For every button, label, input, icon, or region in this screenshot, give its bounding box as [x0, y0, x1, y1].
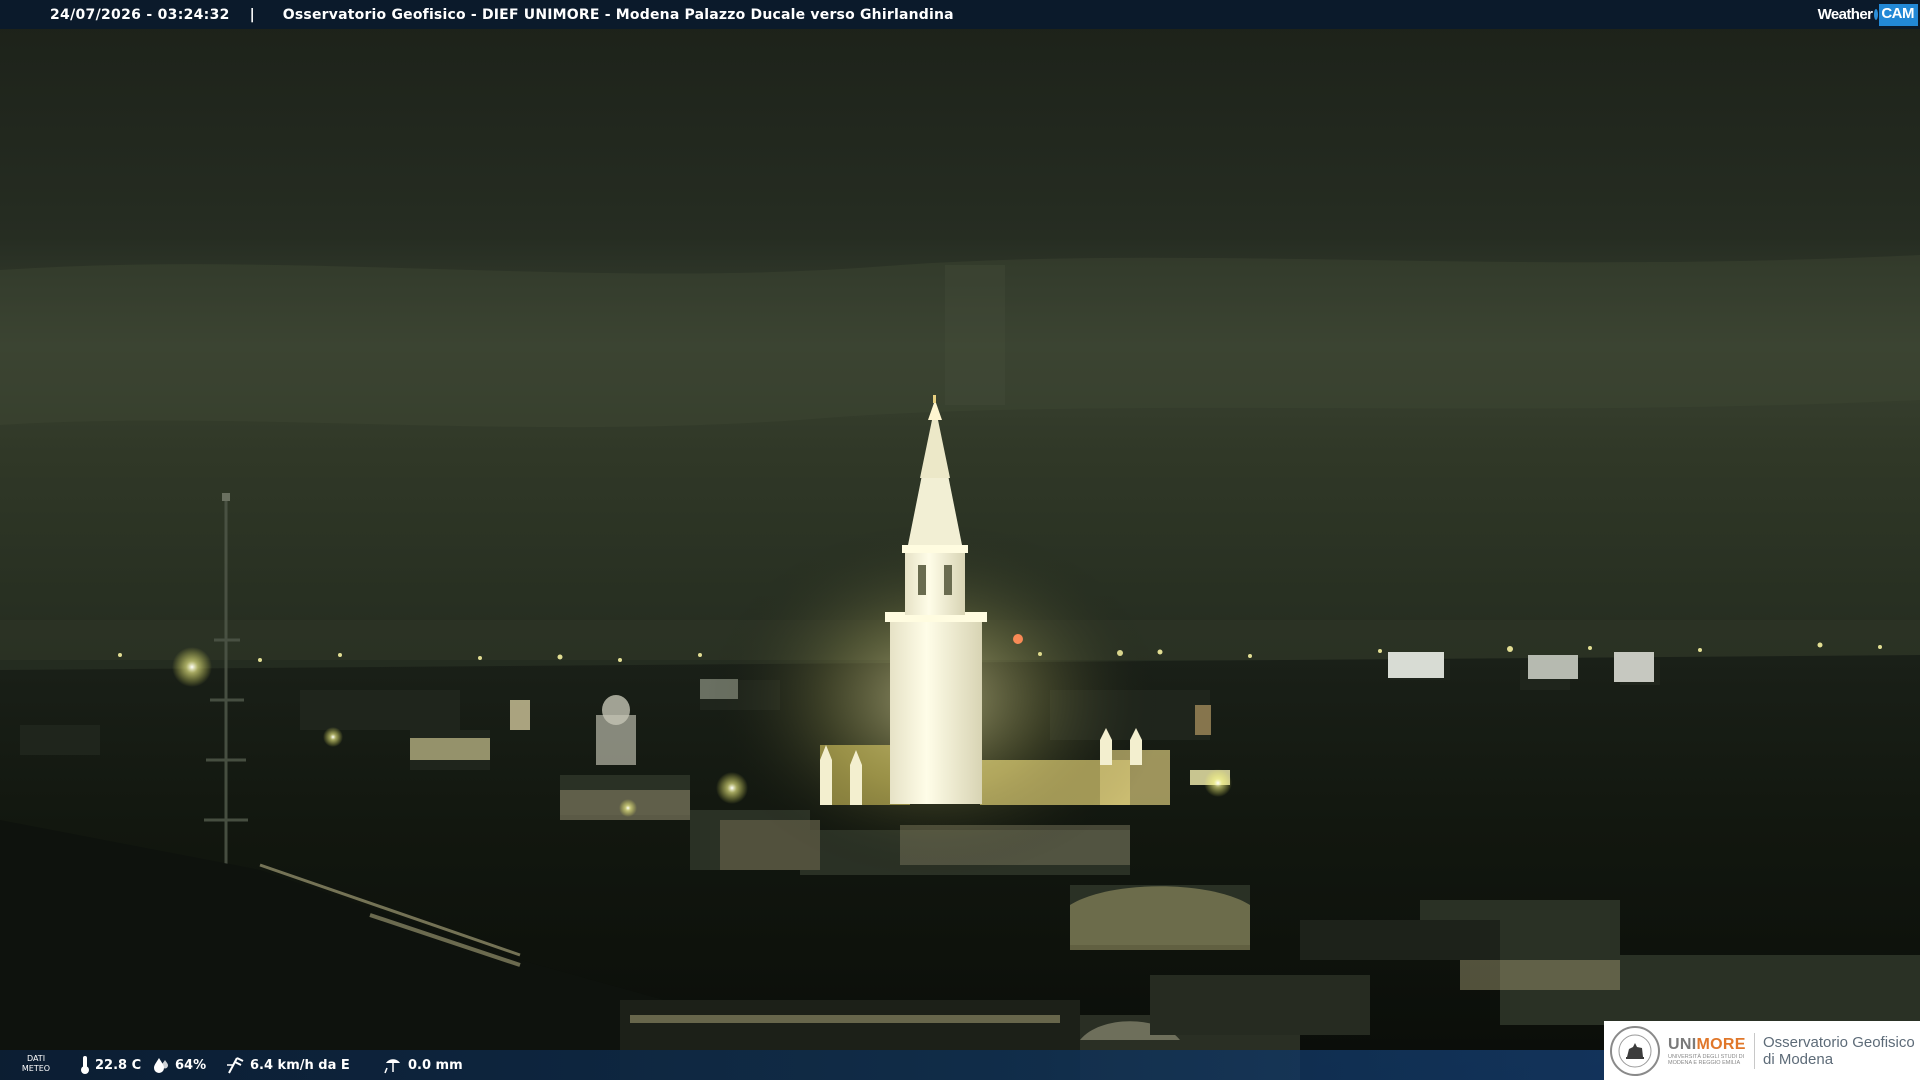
unimore-name-part2: MORE — [1696, 1035, 1746, 1053]
weather-label-line1: DATI — [26, 1054, 46, 1063]
webcam-night-view — [0, 0, 1920, 1080]
weather-data-bar: DATI METEO 22.8 C 64% 6.4 km/h da E 0.0 … — [0, 1050, 1604, 1080]
unimore-observatory-logo: UNIMORE UNIVERSITÀ DEGLI STUDI DI MODENA… — [1604, 1021, 1920, 1080]
brand-badge: CAM — [1879, 3, 1918, 26]
unimore-wordmark: UNIMORE UNIVERSITÀ DEGLI STUDI DI MODENA… — [1668, 1036, 1748, 1066]
observatory-line2: di Modena — [1763, 1050, 1834, 1068]
camera-title: Osservatorio Geofisico - DIEF UNIMORE - … — [282, 6, 954, 23]
temperature-value: 22.8 C — [95, 1057, 142, 1073]
webcam-header-bar: 24/07/2026 - 03:24:32 | Osservatorio Geo… — [0, 0, 1920, 29]
weather-label-line2: METEO — [21, 1064, 51, 1073]
wind-icon — [227, 1057, 244, 1074]
brand-dot-icon — [1874, 9, 1879, 20]
timestamp: 24/07/2026 - 03:24:32 — [50, 6, 230, 23]
brand-word: Weather — [1817, 6, 1873, 23]
observatory-name: Osservatorio Geofisico di Modena — [1763, 1034, 1915, 1068]
rain-value: 0.0 mm — [408, 1057, 463, 1073]
wind-metric: 6.4 km/h da E — [225, 1050, 350, 1080]
weather-label: DATI METEO — [20, 1054, 52, 1074]
unimore-subtitle: UNIVERSITÀ DEGLI STUDI DI MODENA E REGGI… — [1668, 1053, 1745, 1066]
logo-divider — [1754, 1032, 1755, 1069]
thermometer-icon — [81, 1056, 89, 1074]
wind-value: 6.4 km/h da E — [250, 1057, 350, 1073]
header-separator: | — [249, 6, 255, 23]
temperature-metric: 22.8 C — [80, 1050, 141, 1080]
humidity-drop-icon — [154, 1058, 168, 1073]
unimore-name-part1: UNI — [1668, 1035, 1697, 1053]
unimore-name: UNIMORE — [1668, 1036, 1748, 1054]
rain-gauge-icon — [384, 1059, 400, 1074]
humidity-metric: 64% — [152, 1050, 206, 1080]
observatory-line1: Osservatorio Geofisico — [1763, 1033, 1915, 1051]
rain-metric: 0.0 mm — [383, 1050, 463, 1080]
weathercam-logo: Weather CAM — [1818, 0, 1920, 29]
university-seal-icon — [1610, 1025, 1660, 1076]
humidity-value: 64% — [175, 1057, 207, 1073]
